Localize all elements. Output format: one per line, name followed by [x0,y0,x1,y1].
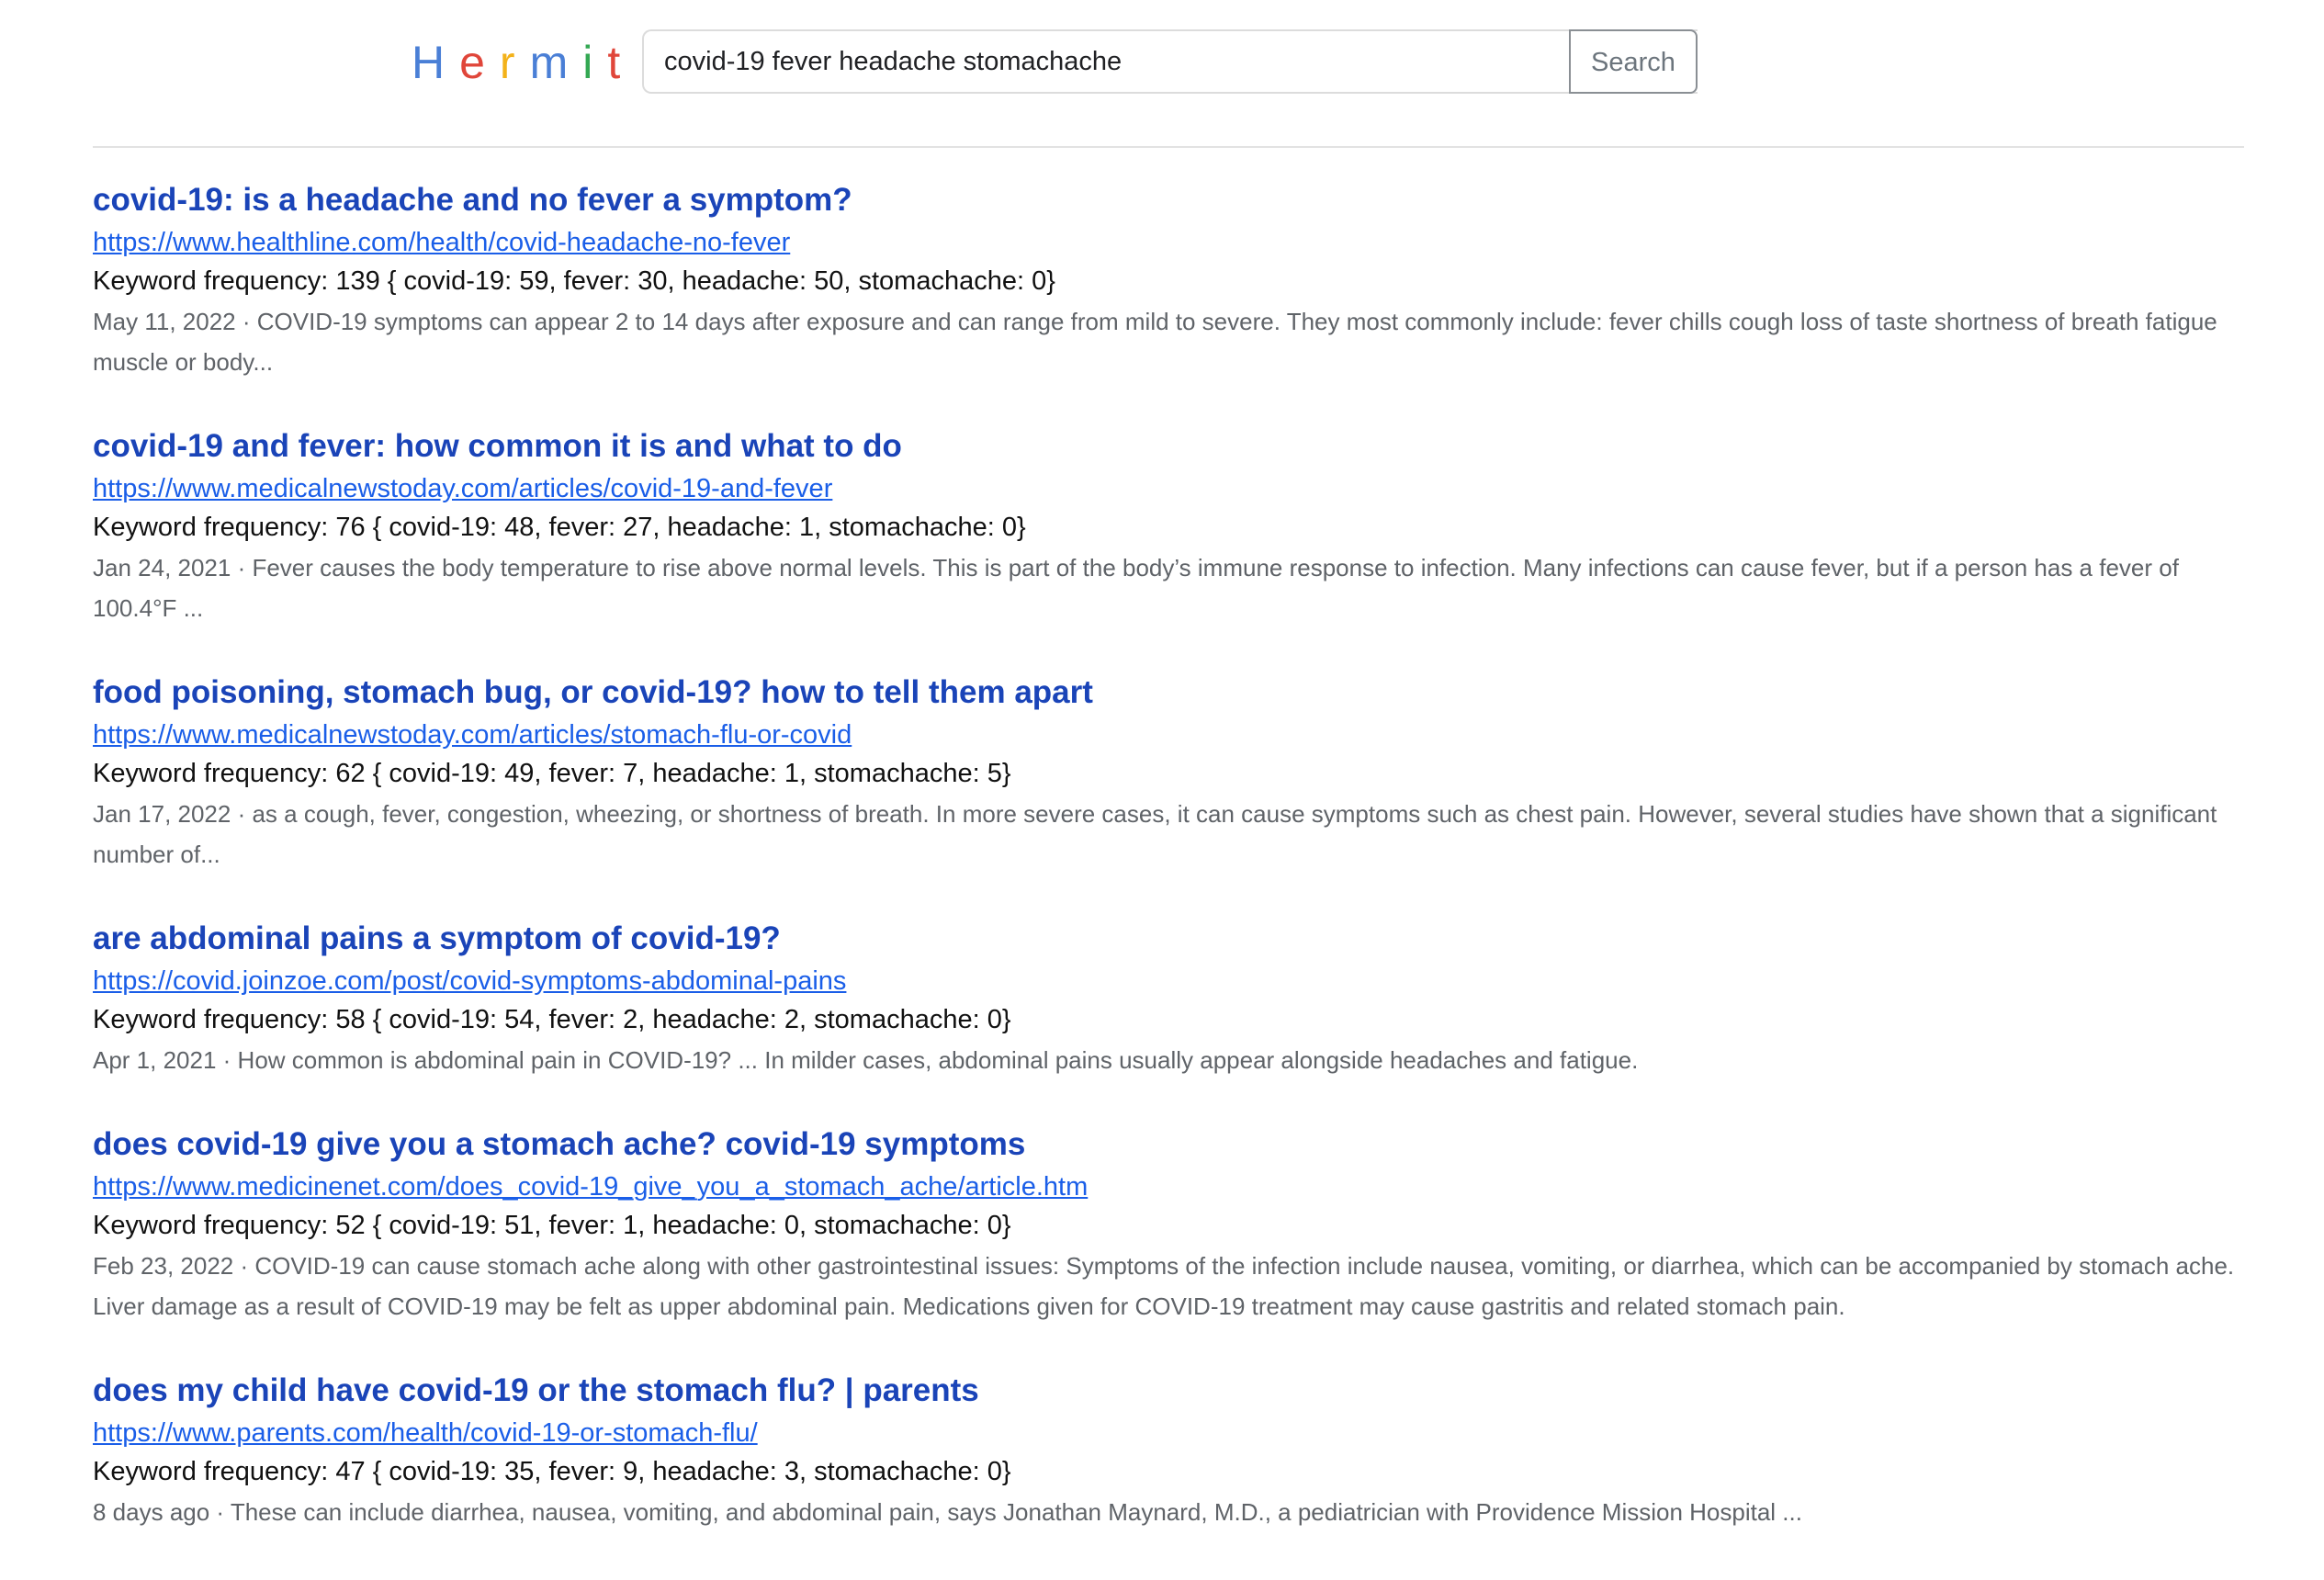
result-keyword-frequency: Keyword frequency: 47 { covid-19: 35, fe… [93,1457,1011,1486]
result-url-link[interactable]: https://covid.joinzoe.com/post/covid-sym… [93,963,2244,999]
result-keyword-frequency: Keyword frequency: 52 { covid-19: 51, fe… [93,1211,1011,1240]
result-keyword-frequency: Keyword frequency: 139 { covid-19: 59, f… [93,266,1055,296]
search-result: food poisoning, stomach bug, or covid-19… [93,669,2244,875]
hermit-logo[interactable]: Hermit [412,35,635,90]
search-input[interactable] [664,31,1675,92]
logo-letter: H [412,37,460,88]
result-url-link[interactable]: https://www.medicinenet.com/does_covid-1… [93,1168,2244,1205]
logo-letter: i [582,37,608,88]
result-snippet: May 11, 2022 · COVID-19 symptoms can app… [93,308,2217,376]
result-keyword-frequency: Keyword frequency: 76 { covid-19: 48, fe… [93,513,1026,542]
result-snippet: Jan 17, 2022 · as a cough, fever, conges… [93,800,2217,868]
result-url-link[interactable]: https://www.parents.com/health/covid-19-… [93,1415,2244,1451]
result-snippet: Feb 23, 2022 · COVID-19 can cause stomac… [93,1252,2235,1320]
result-url-link[interactable]: https://www.medicalnewstoday.com/article… [93,470,2244,507]
result-keyword-frequency: Keyword frequency: 62 { covid-19: 49, fe… [93,759,1011,788]
search-result: covid-19 and fever: how common it is and… [93,423,2244,628]
results-list: covid-19: is a headache and no fever a s… [93,176,2244,1573]
logo-letter: r [499,37,530,88]
result-title-link[interactable]: are abdominal pains a symptom of covid-1… [93,915,2244,963]
result-snippet: 8 days ago · These can include diarrhea,… [93,1498,1802,1526]
result-title-link[interactable]: covid-19: is a headache and no fever a s… [93,176,2244,224]
logo-letter: m [529,37,583,88]
result-title-link[interactable]: covid-19 and fever: how common it is and… [93,423,2244,470]
result-title-link[interactable]: does my child have covid-19 or the stoma… [93,1367,2244,1415]
result-snippet: Apr 1, 2021 · How common is abdominal pa… [93,1046,1639,1074]
result-keyword-frequency: Keyword frequency: 58 { covid-19: 54, fe… [93,1005,1011,1034]
search-button[interactable]: Search [1569,29,1698,94]
logo-letter: e [459,37,500,88]
result-title-link[interactable]: food poisoning, stomach bug, or covid-19… [93,669,2244,717]
result-url-link[interactable]: https://www.medicalnewstoday.com/article… [93,717,2244,753]
search-result: does covid-19 give you a stomach ache? c… [93,1121,2244,1326]
search-box[interactable] [642,29,1698,94]
logo-letter: t [607,37,636,88]
result-title-link[interactable]: does covid-19 give you a stomach ache? c… [93,1121,2244,1168]
result-snippet: Jan 24, 2021 · Fever causes the body tem… [93,554,2179,622]
header: Hermit Search [0,0,2324,147]
header-divider [93,146,2244,148]
search-result: covid-19: is a headache and no fever a s… [93,176,2244,382]
result-url-link[interactable]: https://www.healthline.com/health/covid-… [93,224,2244,261]
search-result: are abdominal pains a symptom of covid-1… [93,915,2244,1080]
search-result: does my child have covid-19 or the stoma… [93,1367,2244,1532]
